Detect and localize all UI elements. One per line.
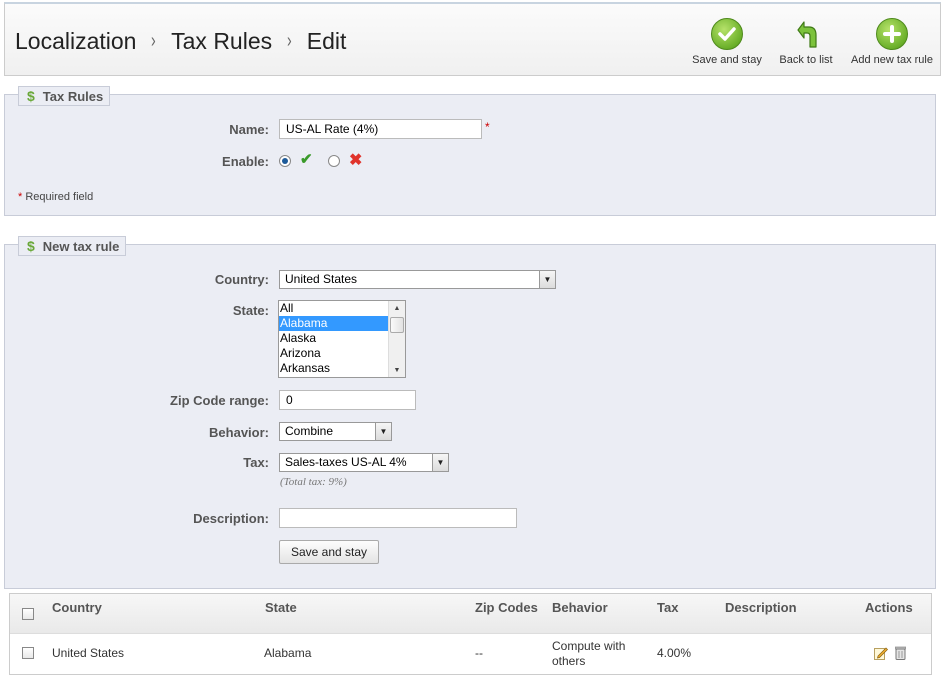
column-header-zip-codes[interactable]: Zip Codes	[475, 600, 538, 615]
trash-icon[interactable]	[895, 646, 906, 660]
tax-rules-legend: $ Tax Rules	[18, 86, 111, 106]
enable-no-radio[interactable]	[328, 155, 340, 167]
cross-icon: ✖	[349, 152, 363, 169]
tax-rules-table: Country State Zip Codes Behavior Tax Des…	[9, 593, 932, 675]
checkmark-icon: ✔	[300, 151, 313, 168]
behavior-select[interactable]: Combine ▼	[279, 422, 392, 441]
behavior-select-value: Combine	[285, 424, 334, 438]
checkmark-icon	[711, 18, 743, 50]
country-select-value: United States	[285, 272, 358, 286]
add-new-tax-rule-button[interactable]: Add new tax rule	[844, 18, 940, 66]
chevron-down-icon[interactable]: ▼	[375, 423, 391, 440]
row-state: Alabama	[264, 646, 312, 660]
breadcrumb-tax-rules[interactable]: Tax Rules	[171, 28, 272, 55]
name-label: Name:	[229, 122, 269, 137]
breadcrumb: Localization › Tax Rules › Edit	[15, 28, 346, 55]
state-option[interactable]: Arkansas	[279, 361, 405, 376]
breadcrumb-localization[interactable]: Localization	[15, 28, 136, 55]
save-and-stay-label: Save and stay	[692, 54, 762, 66]
column-header-behavior[interactable]: Behavior	[552, 600, 608, 615]
toolbar: Save and stay Back to list Add new tax r…	[686, 18, 940, 66]
table-header: Country State Zip Codes Behavior Tax Des…	[10, 594, 931, 634]
breadcrumb-edit: Edit	[306, 28, 347, 54]
row-zip-codes: --	[475, 646, 483, 660]
tax-rules-fieldset: $ Tax Rules Name: US-AL Rate (4%) * Enab…	[4, 86, 936, 216]
country-label: Country:	[214, 272, 269, 287]
state-label: State:	[232, 303, 269, 318]
column-header-country[interactable]: Country	[52, 600, 102, 615]
country-select[interactable]: United States ▼	[279, 270, 556, 289]
new-tax-rule-fieldset: $ New tax rule Country: United States ▼ …	[4, 236, 936, 589]
scroll-down-icon[interactable]: ▼	[389, 363, 405, 377]
dollar-icon: $	[27, 238, 35, 254]
new-tax-rule-legend: $ New tax rule	[18, 236, 127, 256]
select-all-checkbox[interactable]	[22, 608, 34, 620]
tax-select-value: Sales-taxes US-AL 4%	[285, 455, 407, 469]
scroll-up-icon[interactable]: ▲	[389, 301, 405, 315]
required-field-note: * Required field	[18, 191, 93, 203]
row-tax: 4.00%	[657, 646, 692, 660]
row-behavior-line1: Compute with	[552, 639, 626, 653]
description-input[interactable]	[279, 508, 517, 528]
add-new-tax-rule-label: Add new tax rule	[851, 54, 933, 66]
chevron-down-icon[interactable]: ▼	[432, 454, 448, 471]
row-behavior-line2: others	[552, 654, 586, 668]
behavior-label: Behavior:	[209, 425, 269, 440]
zip-code-input[interactable]: 0	[279, 390, 416, 410]
tax-label: Tax:	[243, 455, 269, 470]
state-scrollbar[interactable]: ▲ ▼	[388, 301, 405, 377]
required-mark: *	[18, 191, 23, 203]
column-header-description[interactable]: Description	[725, 600, 797, 615]
new-tax-rule-legend-label: New tax rule	[42, 238, 120, 254]
column-header-actions: Actions	[865, 600, 913, 615]
back-to-list-button[interactable]: Back to list	[768, 18, 844, 66]
tax-select[interactable]: Sales-taxes US-AL 4% ▼	[279, 453, 449, 472]
state-listbox[interactable]: All Alabama Alaska Arizona Arkansas ▲ ▼	[278, 300, 406, 378]
description-label: Description:	[193, 511, 269, 526]
zip-code-label: Zip Code range:	[170, 393, 269, 408]
required-field-text: Required field	[25, 191, 94, 203]
back-arrow-icon	[790, 18, 822, 50]
plus-icon	[876, 18, 908, 50]
state-option[interactable]: Alaska	[279, 331, 405, 346]
required-mark: *	[485, 120, 490, 134]
tax-rules-legend-label: Tax Rules	[42, 88, 104, 104]
state-option[interactable]: Arizona	[279, 346, 405, 361]
save-and-stay-form-button[interactable]: Save and stay	[279, 540, 379, 564]
breadcrumb-separator: ›	[151, 30, 157, 52]
row-checkbox[interactable]	[22, 647, 34, 659]
total-tax-hint: (Total tax: 9%)	[280, 476, 347, 488]
enable-label: Enable:	[222, 154, 269, 169]
edit-icon[interactable]	[874, 646, 888, 660]
state-option[interactable]: All	[279, 301, 405, 316]
name-input[interactable]: US-AL Rate (4%)	[279, 119, 482, 139]
column-header-state[interactable]: State	[265, 600, 297, 615]
row-country: United States	[52, 646, 125, 660]
page-header: Localization › Tax Rules › Edit Save and…	[4, 2, 941, 76]
back-to-list-label: Back to list	[779, 54, 833, 66]
breadcrumb-separator: ›	[287, 30, 292, 52]
column-header-tax[interactable]: Tax	[657, 600, 678, 615]
scroll-thumb[interactable]	[390, 317, 404, 333]
save-and-stay-button[interactable]: Save and stay	[686, 18, 768, 66]
dollar-icon: $	[27, 88, 35, 104]
state-option-selected[interactable]: Alabama	[279, 316, 388, 331]
chevron-down-icon[interactable]: ▼	[539, 271, 555, 288]
enable-yes-radio[interactable]	[279, 155, 291, 167]
